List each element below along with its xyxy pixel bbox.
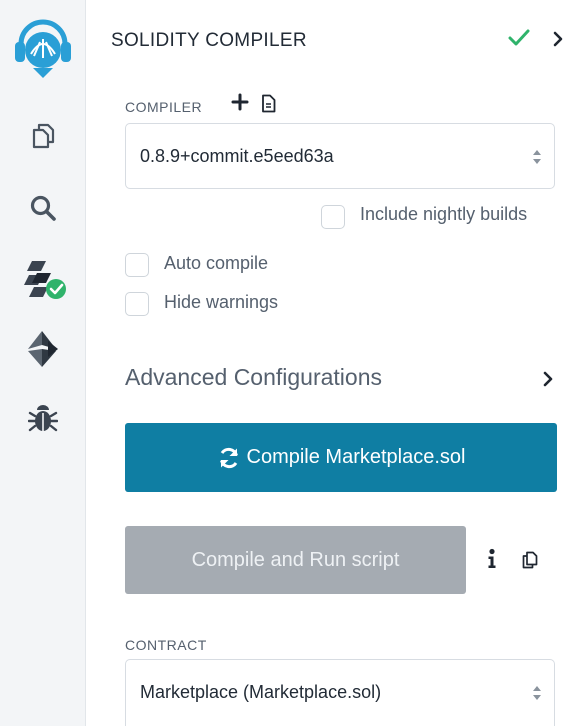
compiler-label: COMPILER (125, 99, 203, 115)
compiler-version-select[interactable]: 0.8.9+commit.e5eed63a (125, 123, 555, 189)
debugger-icon[interactable] (0, 398, 85, 438)
run-script-button-label: Compile and Run script (191, 548, 400, 571)
compile-button-label: Compile Marketplace.sol (246, 446, 466, 468)
info-icon[interactable] (487, 548, 497, 575)
select-arrows-icon (532, 683, 542, 708)
copy-icon[interactable] (522, 551, 538, 574)
auto-compile-checkbox[interactable] (125, 253, 149, 277)
solidity-compiler-panel: SOLIDITY COMPILER COMPILER 0.8.9+commit.… (86, 0, 581, 726)
chevron-right-icon[interactable] (552, 31, 564, 52)
add-compiler-icon[interactable] (231, 93, 249, 116)
compile-button[interactable]: Compile Marketplace.sol (125, 423, 557, 492)
icon-rail (0, 0, 86, 726)
include-nightly-checkbox[interactable] (321, 205, 345, 229)
contract-value: Marketplace (Marketplace.sol) (140, 682, 382, 702)
advanced-configurations-toggle[interactable]: Advanced Configurations (125, 364, 382, 391)
auto-compile-label: Auto compile (164, 253, 269, 273)
compile-and-run-script-button[interactable]: Compile and Run script (125, 526, 466, 594)
compiler-version-value: 0.8.9+commit.e5eed63a (140, 146, 334, 166)
sync-icon (217, 446, 241, 470)
hide-warnings-checkbox[interactable] (125, 292, 149, 316)
contract-label: CONTRACT (125, 637, 207, 653)
panel-title: SOLIDITY COMPILER (111, 30, 307, 51)
remix-ide-window: SOLIDITY COMPILER COMPILER 0.8.9+commit.… (0, 0, 581, 726)
search-icon[interactable] (0, 187, 85, 229)
chevron-right-icon[interactable] (542, 371, 554, 392)
compiled-check-icon (508, 28, 530, 53)
contract-select[interactable]: Marketplace (Marketplace.sol) (125, 659, 555, 726)
deploy-run-icon[interactable] (0, 326, 85, 372)
hide-warnings-label: Hide warnings (164, 292, 279, 312)
solidity-compiler-icon[interactable] (0, 252, 85, 304)
select-arrows-icon (532, 147, 542, 172)
remix-logo-icon[interactable] (0, 12, 85, 88)
include-nightly-label: Include nightly builds (360, 204, 528, 224)
custom-compiler-file-icon[interactable] (261, 94, 276, 118)
file-explorer-icon[interactable] (0, 115, 85, 157)
